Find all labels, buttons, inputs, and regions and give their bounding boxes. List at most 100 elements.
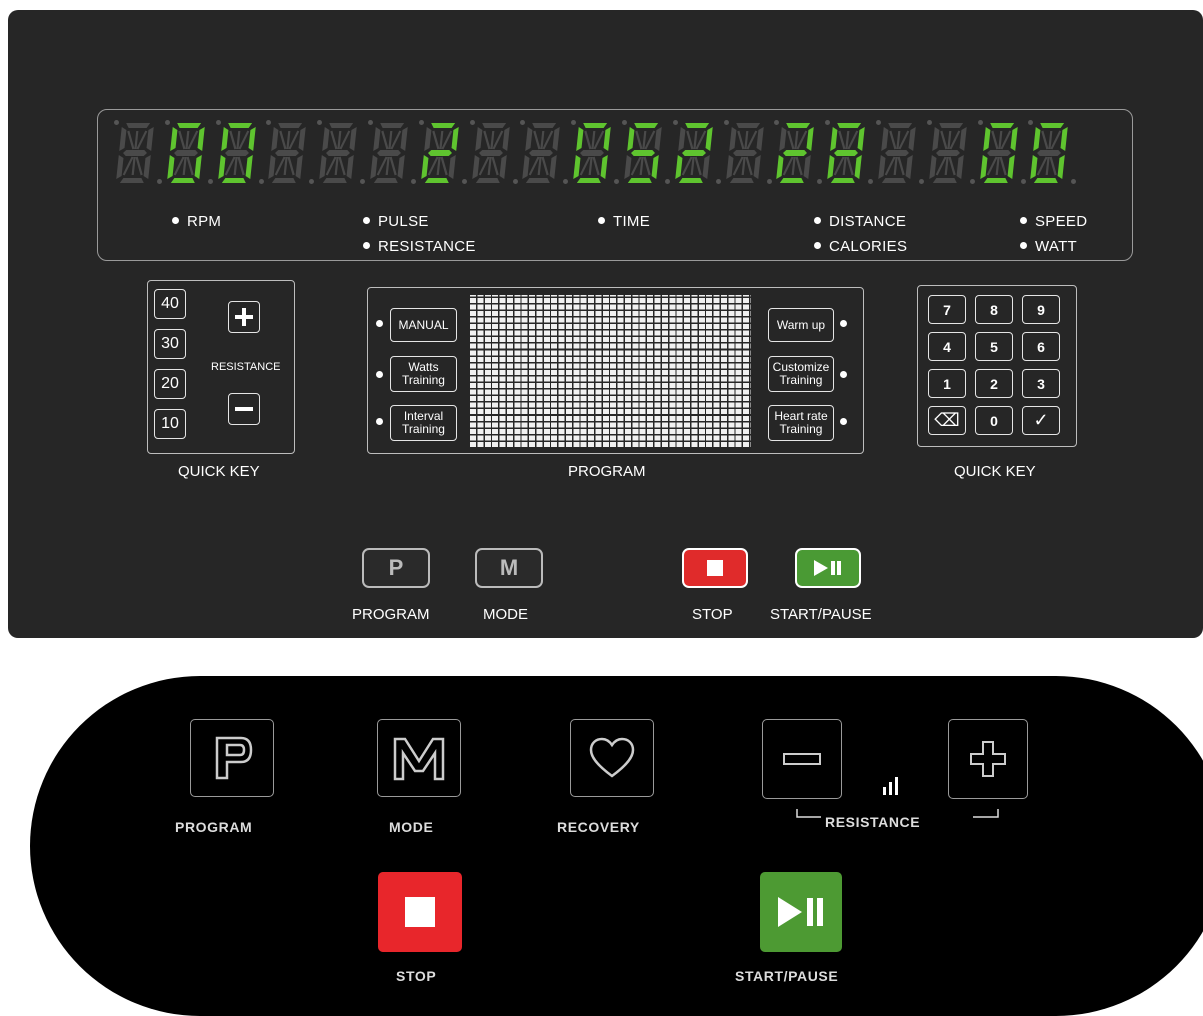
- lower-stop-button[interactable]: [378, 872, 462, 952]
- plus-icon: [970, 741, 1006, 777]
- stop-button-label: STOP: [692, 606, 733, 623]
- key-5[interactable]: 5: [975, 332, 1013, 361]
- lower-mode-label: MODE: [389, 819, 434, 835]
- watts-led: [376, 371, 383, 378]
- lower-resistance-plus-button[interactable]: [948, 719, 1028, 799]
- segment-digit: [317, 120, 366, 188]
- lower-resistance-label: RESISTANCE: [825, 814, 921, 830]
- key-8[interactable]: 8: [975, 295, 1013, 324]
- lower-start-pause-button[interactable]: [760, 872, 842, 952]
- segment-digit: [266, 120, 315, 188]
- segment-digit: [368, 120, 416, 188]
- heart-icon: [589, 737, 635, 778]
- stop-button[interactable]: [682, 548, 748, 588]
- indicator-rpm: RPM: [172, 213, 221, 230]
- indicator-speed: SPEED: [1020, 213, 1087, 230]
- segment-digit: [571, 120, 620, 188]
- quick-key-30[interactable]: 30: [154, 329, 186, 359]
- segment-digit: [825, 120, 874, 188]
- console-panel: RPM PULSE RESISTANCE TIME DISTANCE CALOR…: [8, 10, 1203, 638]
- key-9[interactable]: 9: [1022, 295, 1060, 324]
- segment-digit: [977, 120, 1026, 188]
- program-button-label: PROGRAM: [352, 606, 430, 623]
- program-button[interactable]: P: [362, 548, 430, 588]
- lower-program-button[interactable]: [190, 719, 274, 797]
- indicator-pulse: PULSE: [363, 213, 429, 230]
- minus-icon: [235, 407, 253, 411]
- segment-digit: [622, 120, 670, 188]
- recovery-label: RECOVERY: [557, 819, 640, 835]
- segment-digit: [876, 120, 924, 188]
- key-3[interactable]: 3: [1022, 369, 1060, 398]
- segment-digit: [469, 120, 518, 188]
- segment-digit: [723, 120, 772, 188]
- play-pause-icon: [814, 560, 841, 576]
- program-dot-matrix: [470, 295, 751, 447]
- segment-digit: [774, 120, 823, 188]
- backspace-key[interactable]: ⌫: [928, 406, 966, 435]
- keypad-panel: 7 8 9 4 5 6 1 2 3 ⌫ 0 ✓: [917, 285, 1077, 447]
- indicator-resistance: RESISTANCE: [363, 238, 476, 255]
- segment-digit: [164, 120, 213, 188]
- key-6[interactable]: 6: [1022, 332, 1060, 361]
- key-0[interactable]: 0: [975, 406, 1013, 435]
- keypad-caption: QUICK KEY: [954, 463, 1036, 480]
- indicator-calories: CALORIES: [814, 238, 907, 255]
- lower-mode-button[interactable]: [377, 719, 461, 797]
- heart-rate-led: [840, 418, 847, 425]
- key-4[interactable]: 4: [928, 332, 966, 361]
- resistance-label: RESISTANCE: [211, 361, 281, 373]
- confirm-key[interactable]: ✓: [1022, 406, 1060, 435]
- key-2[interactable]: 2: [975, 369, 1013, 398]
- key-7[interactable]: 7: [928, 295, 966, 324]
- quick-key-10[interactable]: 10: [154, 409, 186, 439]
- lower-program-label: PROGRAM: [175, 819, 253, 835]
- segment-digit: [520, 120, 569, 188]
- lower-stop-label: STOP: [396, 968, 437, 984]
- mode-button[interactable]: M: [475, 548, 543, 588]
- start-pause-button-label: START/PAUSE: [770, 606, 872, 623]
- segment-digit: [926, 120, 975, 188]
- lower-start-pause-label: START/PAUSE: [735, 968, 839, 984]
- key-1[interactable]: 1: [928, 369, 966, 398]
- segment-digit: [672, 120, 721, 188]
- indicator-watt: WATT: [1020, 238, 1077, 255]
- indicator-time: TIME: [598, 213, 650, 230]
- segment-digit: [215, 120, 264, 188]
- resistance-plus-button[interactable]: [228, 301, 260, 333]
- signal-bars-icon: [883, 777, 898, 795]
- manual-led: [376, 320, 383, 327]
- play-pause-icon: [778, 897, 823, 927]
- program-heart-rate-training-button[interactable]: Heart rate Training: [768, 405, 834, 441]
- lower-resistance-minus-button[interactable]: [762, 719, 842, 799]
- mode-button-label: MODE: [483, 606, 528, 623]
- program-watts-training-button[interactable]: Watts Training: [390, 356, 457, 392]
- segment-digit: [1028, 120, 1077, 188]
- segment-digit: [114, 120, 162, 188]
- mode-m-icon: [393, 737, 445, 781]
- program-caption: PROGRAM: [568, 463, 646, 480]
- left-quick-key-caption: QUICK KEY: [178, 463, 260, 480]
- recovery-button[interactable]: [570, 719, 654, 797]
- program-warm-up-button[interactable]: Warm up: [768, 308, 834, 342]
- segment-digit: [418, 120, 467, 188]
- customize-led: [840, 371, 847, 378]
- lower-control-panel: PROGRAM MODE RECOVERY RESISTANCE STOP ST…: [30, 676, 1203, 1016]
- start-pause-button[interactable]: [795, 548, 861, 588]
- quick-key-40[interactable]: 40: [154, 289, 186, 319]
- plus-icon: [235, 308, 253, 326]
- program-interval-training-button[interactable]: Interval Training: [390, 405, 457, 441]
- program-p-icon: [215, 736, 253, 780]
- program-manual-button[interactable]: MANUAL: [390, 308, 457, 342]
- stop-icon: [405, 897, 435, 927]
- resistance-quick-key-panel: 40 30 20 10 RESISTANCE: [147, 280, 295, 454]
- quick-key-20[interactable]: 20: [154, 369, 186, 399]
- resistance-minus-button[interactable]: [228, 393, 260, 425]
- minus-icon: [783, 753, 821, 765]
- lcd-display: RPM PULSE RESISTANCE TIME DISTANCE CALOR…: [97, 109, 1133, 261]
- stop-icon: [707, 560, 723, 576]
- indicator-distance: DISTANCE: [814, 213, 906, 230]
- warm-up-led: [840, 320, 847, 327]
- program-customize-training-button[interactable]: Customize Training: [768, 356, 834, 392]
- interval-led: [376, 418, 383, 425]
